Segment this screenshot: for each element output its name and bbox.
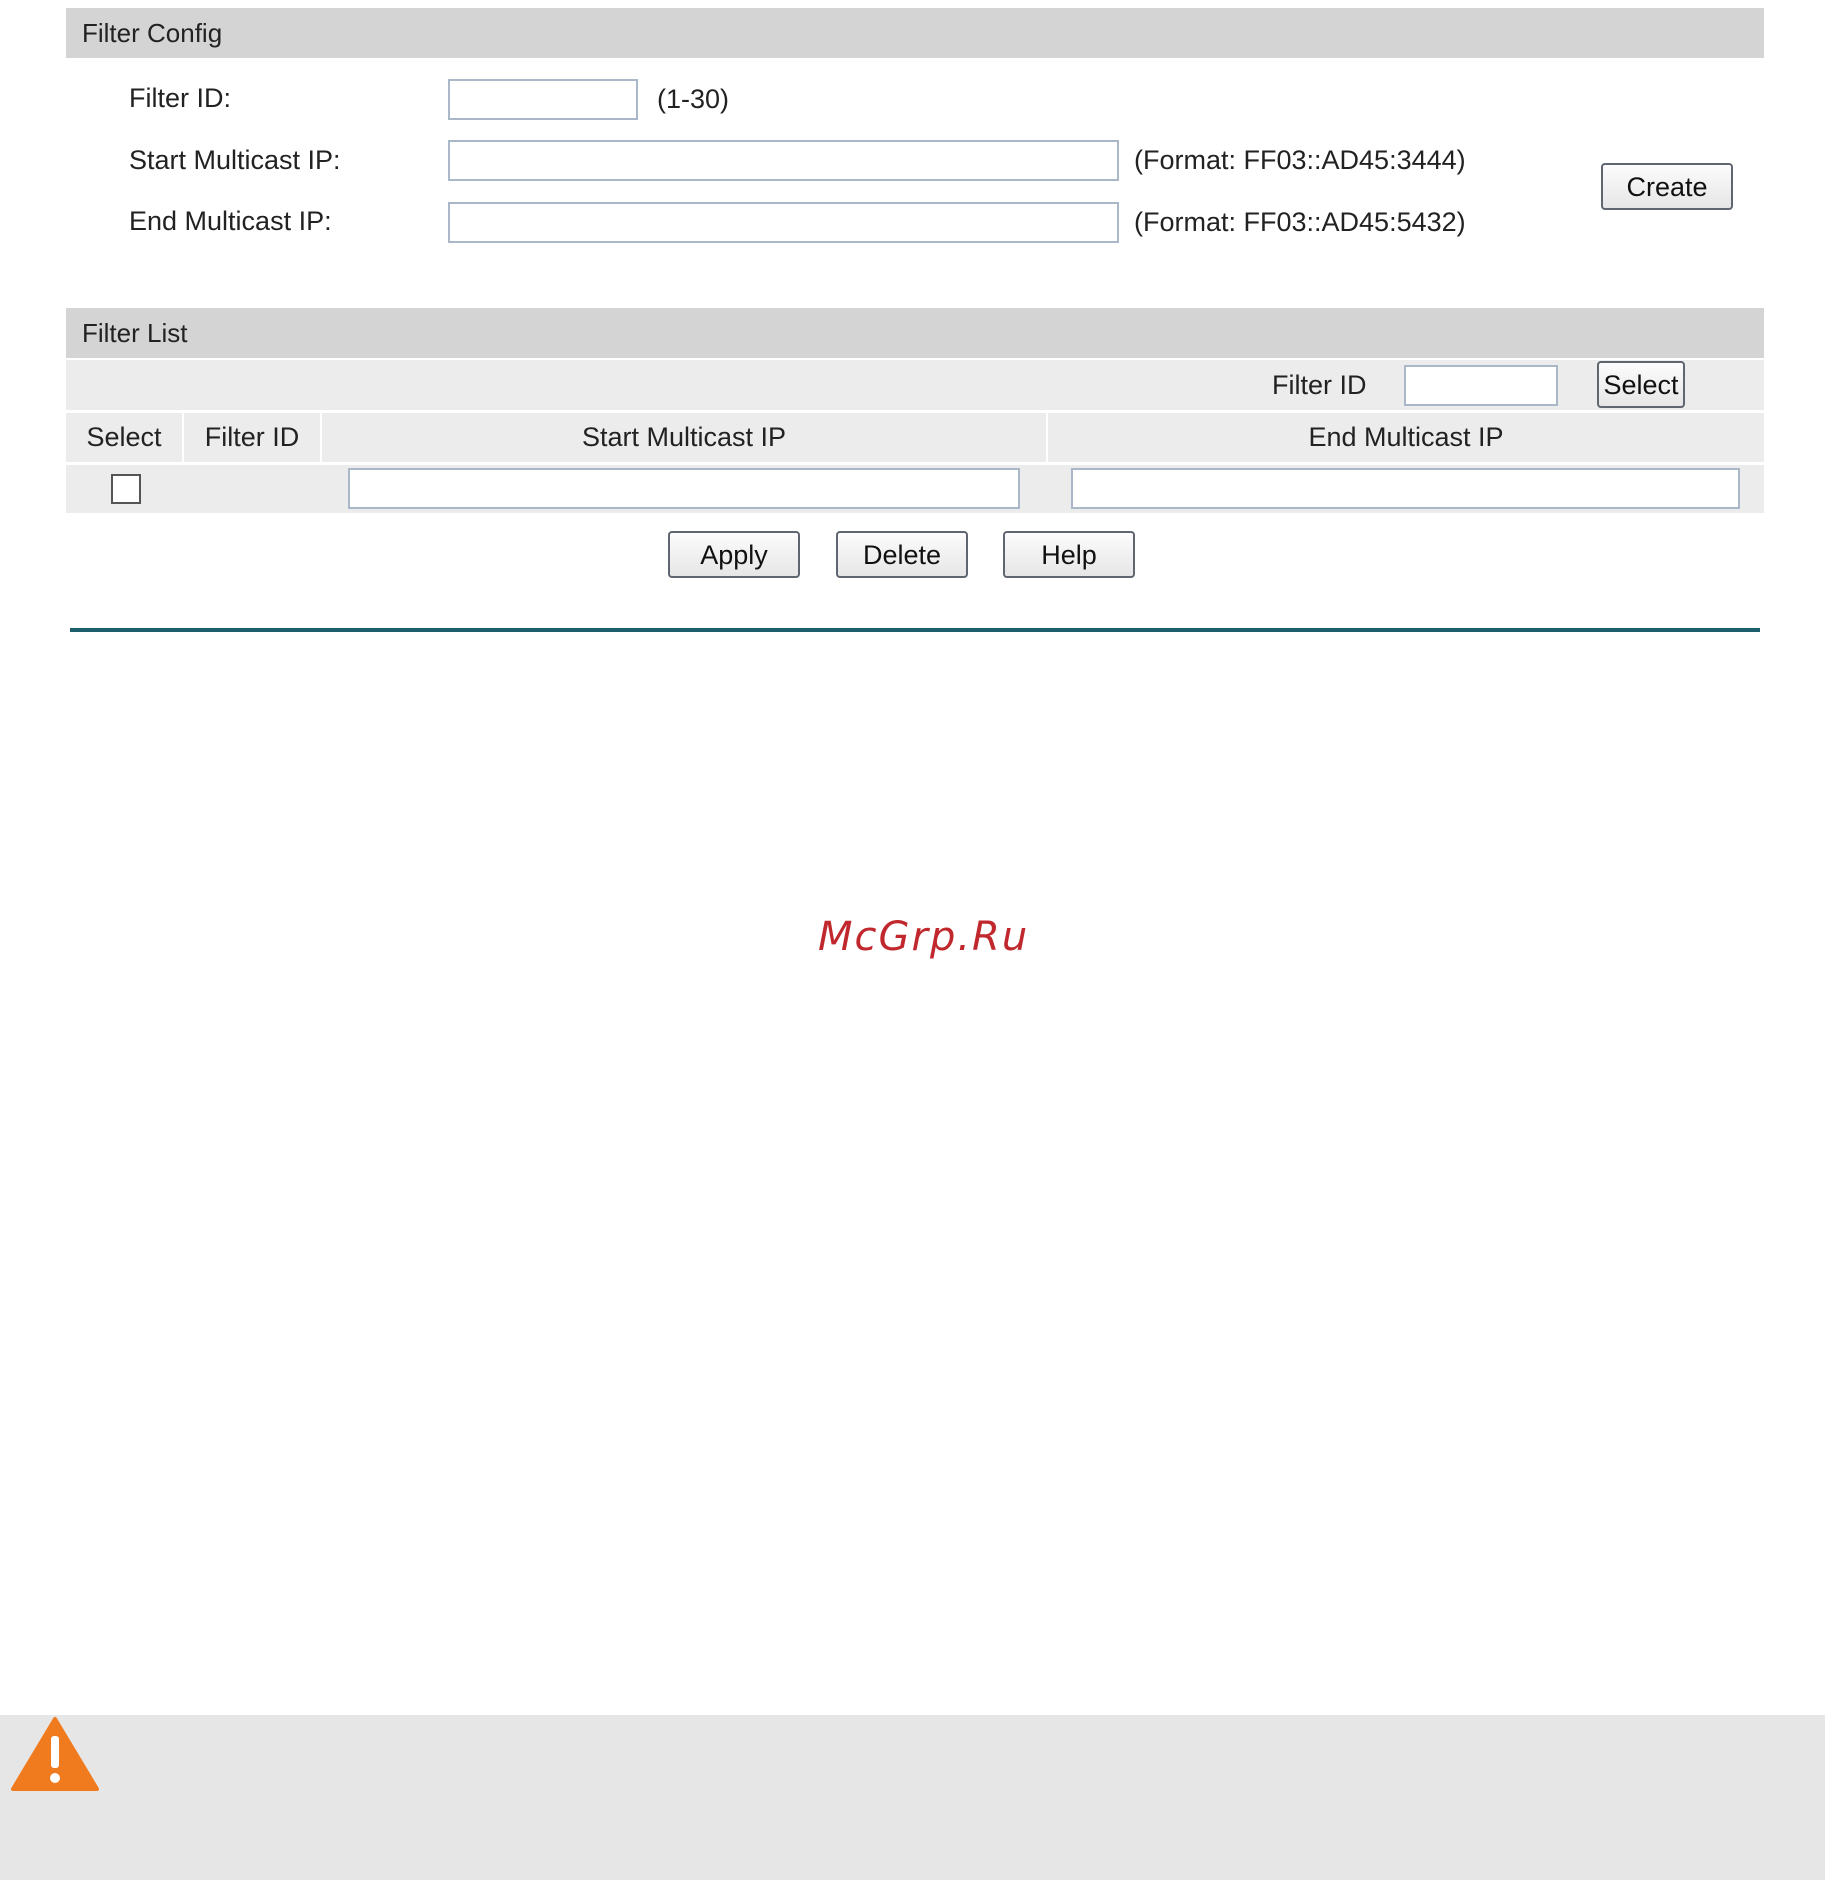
column-header-end-multicast-ip: End Multicast IP xyxy=(1308,422,1504,452)
create-button[interactable]: Create xyxy=(1601,163,1733,210)
section-divider xyxy=(70,628,1760,632)
start-ip-format-hint: (Format: FF03::AD45:3444) xyxy=(1134,145,1466,175)
start-multicast-ip-label: Start Multicast IP: xyxy=(129,145,341,175)
select-button[interactable]: Select xyxy=(1597,361,1685,408)
filter-list-header: Filter List xyxy=(66,308,1764,358)
end-multicast-ip-input[interactable] xyxy=(448,202,1119,243)
filter-config-title: Filter Config xyxy=(82,18,223,48)
filter-id-label: Filter ID: xyxy=(129,83,232,113)
note-band xyxy=(0,1715,1825,1880)
row-end-multicast-ip-input[interactable] xyxy=(1071,468,1740,509)
end-ip-format-hint: (Format: FF03::AD45:5432) xyxy=(1134,207,1466,237)
watermark: McGrp.Ru xyxy=(818,914,1030,960)
column-header-start-multicast-ip: Start Multicast IP xyxy=(581,422,787,452)
apply-button[interactable]: Apply xyxy=(668,531,800,578)
search-filter-id-label: Filter ID xyxy=(1272,370,1367,400)
filter-id-range-hint: (1-30) xyxy=(657,84,730,114)
delete-button[interactable]: Delete xyxy=(836,531,968,578)
row-start-multicast-ip-input[interactable] xyxy=(348,468,1020,509)
column-header-filter-id: Filter ID xyxy=(204,422,300,452)
warning-triangle-icon xyxy=(10,1716,100,1792)
column-header-select: Select xyxy=(86,422,162,452)
search-filter-id-input[interactable] xyxy=(1404,365,1558,406)
filter-list-title: Filter List xyxy=(82,318,188,348)
end-multicast-ip-label: End Multicast IP: xyxy=(129,206,332,236)
start-multicast-ip-input[interactable] xyxy=(448,140,1119,181)
filter-config-header: Filter Config xyxy=(66,8,1764,58)
filter-id-input[interactable] xyxy=(448,79,638,120)
row-select-checkbox[interactable] xyxy=(111,474,141,504)
help-button[interactable]: Help xyxy=(1003,531,1135,578)
